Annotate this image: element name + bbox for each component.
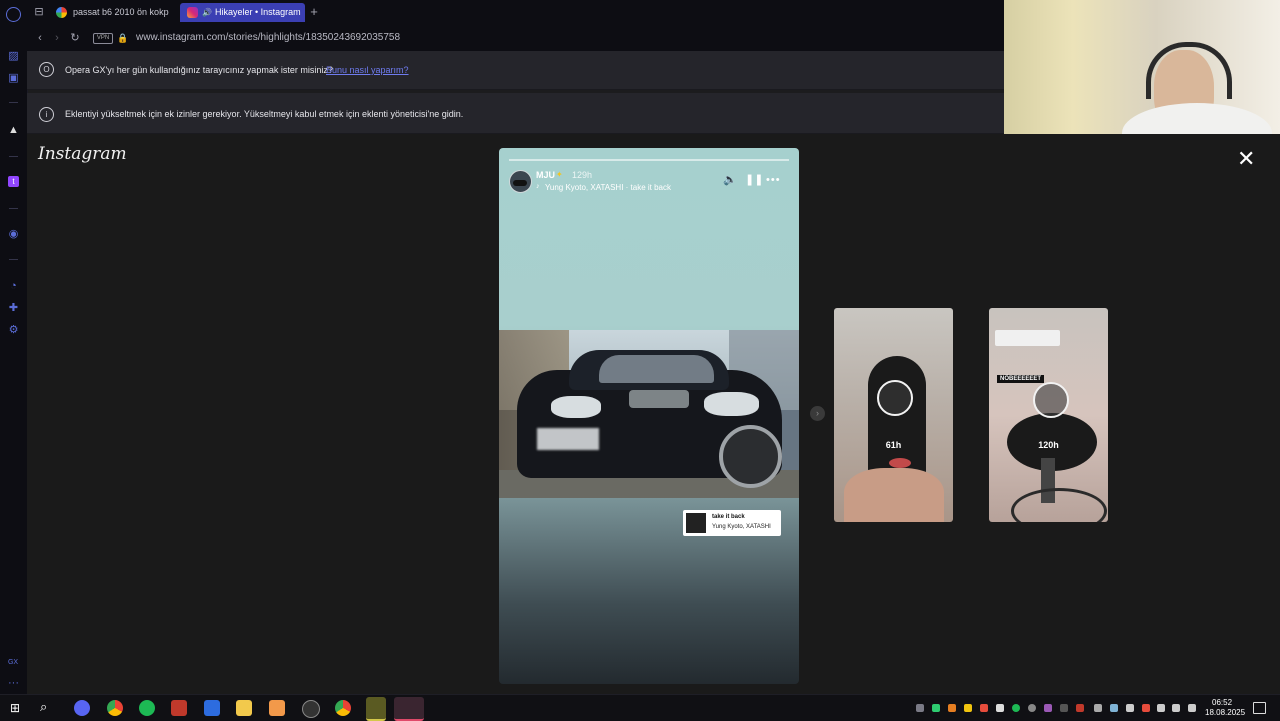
forward-button[interactable]: › xyxy=(50,31,64,45)
gx-label[interactable]: GX xyxy=(6,657,20,668)
windows-taskbar: ⊞ ⌕ 06:52 18.08.2025 xyxy=(0,694,1280,721)
clock-time[interactable]: 06:52 xyxy=(1212,698,1232,707)
tray-icon[interactable] xyxy=(948,704,956,712)
speaker-icon[interactable]: 🔊 xyxy=(202,3,212,22)
sticker-artist: Yung Kyoto, XATASHI xyxy=(712,524,771,530)
tray-icon[interactable] xyxy=(1044,704,1052,712)
tray-icon[interactable] xyxy=(1126,704,1134,712)
aria-icon[interactable]: ▲ xyxy=(8,125,19,136)
extensions-icon[interactable]: ✚ xyxy=(8,303,19,314)
avatar xyxy=(1033,382,1069,418)
app-icon[interactable] xyxy=(366,697,386,721)
discord-icon[interactable] xyxy=(74,700,90,716)
story-viewer[interactable]: MJU ✦ 129h ♪ Yung Kyoto, XATASHI · take … xyxy=(499,148,799,684)
spotify-icon[interactable] xyxy=(139,700,155,716)
story-music-label[interactable]: Yung Kyoto, XATASHI · take it back xyxy=(545,183,671,192)
record-icon[interactable] xyxy=(1142,704,1150,712)
story-progress-bar xyxy=(509,159,789,161)
vpn-badge[interactable]: VPN xyxy=(93,33,113,44)
tray-icon[interactable] xyxy=(980,704,988,712)
more-options-icon[interactable]: ••• xyxy=(766,174,781,186)
chrome-icon[interactable] xyxy=(335,700,351,716)
steam-icon[interactable] xyxy=(1110,704,1118,712)
new-tab-button[interactable]: + xyxy=(307,5,321,19)
info-icon: i xyxy=(39,107,54,122)
tab-instagram[interactable]: 🔊 Hikayeler • Instagram xyxy=(180,3,305,22)
tray-icon[interactable] xyxy=(1076,704,1084,712)
video-editor-icon[interactable] xyxy=(171,700,187,716)
story-username[interactable]: MJU xyxy=(536,170,555,180)
pause-icon[interactable]: ❚❚ xyxy=(745,174,763,186)
app-icon[interactable] xyxy=(269,700,285,716)
next-story-button[interactable]: › xyxy=(810,406,825,421)
opera-gx-logo-icon[interactable] xyxy=(6,7,21,22)
mute-icon[interactable]: 🔈 xyxy=(723,174,737,186)
app-icon[interactable] xyxy=(204,700,220,716)
story-timestamp: 129h xyxy=(572,170,593,180)
more-dots-icon[interactable]: ··· xyxy=(8,678,19,689)
back-button[interactable]: ‹ xyxy=(33,31,47,45)
default-browser-text: Opera GX'yı her gün kullandığınız tarayı… xyxy=(65,65,333,75)
url-field[interactable]: www.instagram.com/stories/highlights/183… xyxy=(136,31,400,44)
story-preview-card[interactable]: 61h xyxy=(834,308,953,522)
messenger-icon[interactable]: ▣ xyxy=(8,73,19,84)
instagram-logo[interactable]: Instagram xyxy=(38,144,127,164)
lock-icon[interactable]: 🔒 xyxy=(116,31,130,45)
album-cover xyxy=(686,513,706,533)
obs-icon[interactable] xyxy=(302,700,320,718)
tray-icon[interactable] xyxy=(1060,704,1068,712)
microphone-icon[interactable] xyxy=(1172,704,1180,712)
volume-icon[interactable] xyxy=(1157,704,1165,712)
file-explorer-icon[interactable] xyxy=(236,700,252,716)
opera-gx-taskbar-icon[interactable] xyxy=(394,697,424,721)
tab-strip: ⊟ passat b6 2010 ön kokpit 🔊 Hikayeler •… xyxy=(27,0,1004,25)
opera-logo-icon: O xyxy=(39,62,54,77)
headset-shape xyxy=(1146,42,1232,99)
clock-date[interactable]: 18.08.2025 xyxy=(1205,708,1245,717)
close-stories-button[interactable]: ✕ xyxy=(1237,148,1255,170)
preview-time: 120h xyxy=(1038,440,1059,450)
reload-button[interactable]: ↻ xyxy=(68,31,82,45)
tab-google-search[interactable]: passat b6 2010 ön kokpit xyxy=(49,3,173,22)
extension-permission-text: Eklentiyi yükseltmek için ek izinler ger… xyxy=(65,109,464,119)
google-icon xyxy=(56,7,67,18)
music-sticker[interactable]: take it back Yung Kyoto, XATASHI xyxy=(683,510,781,536)
how-to-link[interactable]: Bunu nasıl yaparım? xyxy=(326,65,409,75)
twitch-icon[interactable]: t xyxy=(8,176,19,187)
address-bar: ‹ › ↻ VPN 🔒 www.instagram.com/stories/hi… xyxy=(27,25,1004,51)
tray-icon[interactable] xyxy=(1028,704,1036,712)
webcam-overlay xyxy=(1004,0,1280,151)
tab-label: passat b6 2010 ön kokpit xyxy=(73,7,169,17)
extension-permission-bar: i Eklentiyi yükseltmek için ek izinler g… xyxy=(27,93,1004,134)
sticker-title: take it back xyxy=(712,514,745,520)
gx-corner-icon[interactable]: ▨ xyxy=(8,51,19,62)
default-browser-bar: O Opera GX'yı her gün kullandığınız tara… xyxy=(27,51,1004,90)
avatar[interactable] xyxy=(509,170,532,193)
tray-icon[interactable] xyxy=(916,704,924,712)
music-note-icon: ♪ xyxy=(536,183,540,190)
tab-islands-icon[interactable]: ⊟ xyxy=(32,5,46,19)
windows-start-icon[interactable]: ⊞ xyxy=(10,702,22,714)
tray-icon[interactable] xyxy=(932,704,940,712)
car-photo xyxy=(499,330,799,498)
sparkle-icon: ✦ xyxy=(556,170,563,179)
tab-label: Hikayeler • Instagram xyxy=(215,7,301,17)
instagram-icon xyxy=(187,7,198,18)
chrome-icon[interactable] xyxy=(107,700,123,716)
preview-time: 61h xyxy=(885,440,902,450)
search-icon[interactable]: ⌕ xyxy=(40,700,54,714)
network-icon[interactable] xyxy=(1094,704,1102,712)
language-icon[interactable] xyxy=(1188,704,1196,712)
preview-caption: NÖBEEEEEET xyxy=(997,375,1045,383)
spotify-tray-icon[interactable] xyxy=(1012,704,1020,712)
history-icon[interactable]: ◔ xyxy=(8,281,19,292)
tray-icon[interactable] xyxy=(964,704,972,712)
story-preview-card[interactable]: NÖBEEEEEET 120h xyxy=(989,308,1108,522)
avatar xyxy=(877,380,913,416)
player-icon[interactable]: ◉ xyxy=(8,229,19,240)
notification-icon[interactable] xyxy=(1253,702,1266,714)
cloud-icon[interactable] xyxy=(996,704,1004,712)
settings-gear-icon[interactable]: ⚙ xyxy=(8,325,19,336)
opera-sidebar: ▨ ▣ ▲ t ◉ ◔ ✚ ⚙ GX ··· xyxy=(0,0,28,694)
